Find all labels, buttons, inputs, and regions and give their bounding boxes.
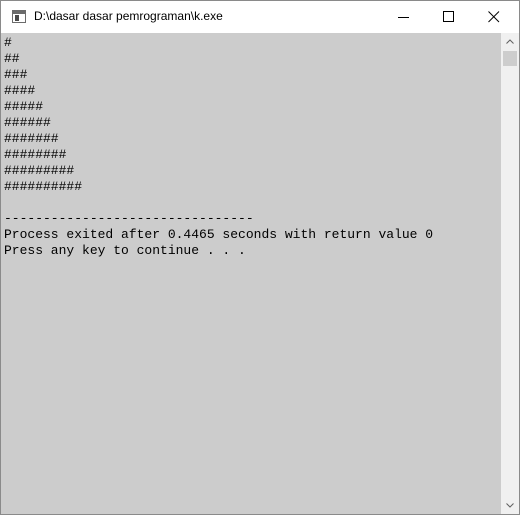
console-line: -------------------------------- (4, 211, 254, 226)
console-line: Press any key to continue . . . (4, 243, 246, 258)
console-app-icon (12, 10, 26, 23)
console-line: ##### (4, 99, 44, 114)
console-line: ######## (4, 147, 67, 162)
minimize-button[interactable] (381, 1, 427, 33)
scroll-up-button[interactable] (501, 33, 519, 50)
maximize-button[interactable] (426, 1, 472, 33)
scroll-thumb[interactable] (503, 51, 517, 66)
console-line: ## (4, 51, 20, 66)
console-line: ######### (4, 163, 75, 178)
close-icon (488, 11, 500, 23)
scroll-down-button[interactable] (501, 497, 519, 514)
console-output-area[interactable]: # ## ### #### ##### ###### ####### ######## ####… (1, 33, 501, 514)
title-bar[interactable]: D:\dasar dasar pemrograman\k.exe (1, 1, 519, 33)
maximize-icon (443, 11, 454, 22)
vertical-scrollbar[interactable] (501, 33, 519, 514)
console-window: D:\dasar dasar pemrograman\k.exe # ## ### #… (0, 0, 520, 515)
minimize-icon (398, 17, 409, 18)
console-line: ### (4, 67, 28, 82)
chevron-down-icon (506, 503, 514, 508)
console-line: ####### (4, 131, 59, 146)
console-line: ########## (4, 179, 83, 194)
console-line: # (4, 35, 12, 50)
console-line: #### (4, 83, 36, 98)
console-line: Process exited after 0.4465 seconds with… (4, 227, 434, 242)
console-line: ###### (4, 115, 51, 130)
chevron-up-icon (506, 39, 514, 44)
window-title: D:\dasar dasar pemrograman\k.exe (34, 9, 223, 23)
close-button[interactable] (471, 1, 517, 33)
